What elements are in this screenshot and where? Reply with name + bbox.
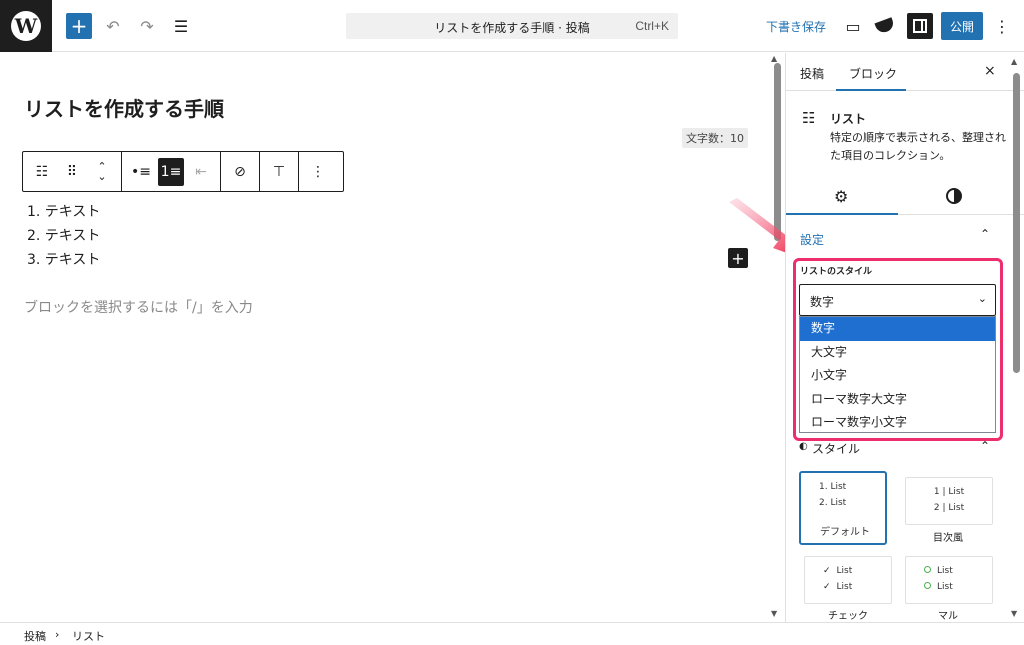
scroll-up-arrow-icon[interactable]: ▲ [1011, 57, 1017, 66]
tab-block[interactable]: ブロック [849, 65, 897, 82]
plus-icon: + [70, 14, 88, 38]
card-line: 2 | List [933, 503, 965, 513]
editor-canvas: リストを作成する手順 文字数：10 ☷ ⠿ ⌃ ⌄ •≡ 1≡ ⇤ ⊘ ⊤ ⋮ 1… [0, 53, 785, 622]
drag-handle-icon[interactable]: ⠿ [59, 158, 85, 186]
publish-button[interactable]: 公開 [941, 12, 983, 40]
outdent-icon[interactable]: ⇤ [188, 158, 214, 186]
post-title[interactable]: リストを作成する手順 [24, 93, 224, 122]
toolbar-group-block: ☷ ⠿ ⌃ ⌄ [23, 152, 122, 191]
scroll-down-arrow-icon[interactable]: ▼ [1011, 609, 1017, 618]
move-up-down-icon[interactable]: ⌃ ⌄ [89, 158, 115, 186]
document-overview-icon: ☰ [173, 16, 189, 36]
style-card-label: マル [938, 611, 958, 622]
undo-icon: ↶ [106, 16, 120, 36]
style-card-label: デフォルト [820, 527, 870, 538]
block-options-icon[interactable]: ⋮ [305, 158, 331, 186]
unlink-icon[interactable]: ⊘ [227, 158, 253, 186]
highlight-annotation-box [793, 258, 1003, 441]
jetpack-button[interactable] [874, 12, 896, 40]
list-item[interactable]: 1. テキスト [27, 200, 100, 224]
style-card-check[interactable]: ✓ List ✓ List [804, 556, 892, 604]
inspector-tab-indicator [786, 213, 898, 215]
style-card-toc[interactable]: 1 | List 2 | List [905, 477, 993, 525]
top-toolbar: W + ↶ ↷ ☰ リストを作成する手順 · 投稿 Ctrl+K 下書き保存 ▭… [0, 0, 1024, 52]
list-block-icon: ☷ [802, 109, 816, 127]
document-overview-button[interactable]: ☰ [168, 12, 194, 40]
block-description: 特定の順序で表示される、整理された項目のコレクション。 [830, 131, 1006, 162]
block-toolbar: ☷ ⠿ ⌃ ⌄ •≡ 1≡ ⇤ ⊘ ⊤ ⋮ [22, 151, 344, 192]
styles-contrast-icon[interactable] [946, 188, 962, 204]
style-card-default[interactable]: 1. List 2. List デフォルト [799, 471, 887, 545]
word-count-badge: 文字数：10 [682, 128, 748, 148]
wordpress-icon: W [11, 11, 41, 41]
save-draft-button[interactable]: 下書き保存 [766, 18, 826, 35]
card-line: List [924, 579, 992, 595]
undo-button[interactable]: ↶ [100, 12, 126, 40]
style-panel-title[interactable]: スタイル [812, 440, 860, 457]
wordpress-logo[interactable]: W [0, 0, 52, 52]
block-placeholder[interactable]: ブロックを選択するには「/」を入力 [24, 297, 253, 317]
check-icon: ✓ [823, 566, 831, 576]
settings-toggle-button[interactable] [907, 13, 933, 39]
circle-icon [924, 566, 931, 573]
settings-gear-icon[interactable]: ⚙ [834, 187, 848, 206]
style-card-circle[interactable]: List List [905, 556, 993, 604]
styles-icon: ◐ [799, 441, 808, 452]
chevron-right-icon: › [55, 628, 60, 641]
scroll-up-arrow-icon[interactable]: ▲ [771, 54, 777, 63]
list-item[interactable]: 3. テキスト [27, 248, 100, 272]
command-shortcut: Ctrl+K [635, 19, 669, 33]
unordered-list-icon[interactable]: •≡ [128, 158, 154, 186]
preview-icon: ▭ [845, 16, 861, 36]
sidebar-tabs: 投稿 ブロック × [786, 53, 1024, 91]
toolbar-group-link: ⊘ [221, 152, 260, 191]
card-line: List [924, 563, 992, 579]
toolbar-group-list: •≡ 1≡ ⇤ [122, 152, 221, 191]
list-block-icon[interactable]: ☷ [29, 158, 55, 186]
jetpack-icon [874, 17, 896, 35]
list-item[interactable]: 2. テキスト [27, 224, 100, 248]
toolbar-group-format: ⊤ [260, 152, 299, 191]
more-vertical-icon: ⋮ [994, 16, 1010, 36]
card-line: 1. List [819, 482, 847, 492]
ordered-list-icon[interactable]: 1≡ [158, 157, 184, 186]
card-line: ✓ List [823, 582, 853, 592]
chevron-up-icon[interactable]: ⌃ [980, 439, 990, 453]
breadcrumb-post[interactable]: 投稿 [24, 628, 46, 644]
settings-panel-title[interactable]: 設定 [800, 231, 824, 248]
sidebar-scrollbar[interactable] [1013, 73, 1020, 373]
preview-button[interactable]: ▭ [842, 12, 864, 40]
card-line: ✓ List [823, 566, 853, 576]
card-line: 2. List [819, 498, 847, 508]
toolbar-group-more: ⋮ [299, 152, 337, 191]
command-title: リストを作成する手順 · 投稿 [434, 21, 590, 35]
options-button[interactable]: ⋮ [992, 12, 1012, 40]
ordered-list[interactable]: 1. テキスト 2. テキスト 3. テキスト [27, 200, 100, 272]
close-icon[interactable]: × [984, 63, 996, 79]
active-tab-indicator [836, 89, 906, 91]
circle-icon [924, 582, 931, 589]
block-name: リスト [830, 112, 867, 126]
redo-button[interactable]: ↷ [134, 12, 160, 40]
check-icon: ✓ [823, 582, 831, 592]
text-format-icon[interactable]: ⊤ [266, 158, 292, 186]
chevron-up-icon[interactable]: ⌃ [980, 227, 990, 241]
block-inspector-tabs: ⚙ [786, 179, 1024, 215]
breadcrumb: 投稿 › リスト [0, 622, 1024, 645]
card-line: 1 | List [933, 487, 965, 497]
block-inserter-button[interactable]: + [66, 13, 92, 39]
breadcrumb-list[interactable]: リスト [72, 628, 105, 644]
style-card-label: チェック [828, 611, 868, 622]
scroll-down-arrow-icon[interactable]: ▼ [771, 609, 777, 618]
tab-post[interactable]: 投稿 [800, 65, 824, 82]
command-palette[interactable]: リストを作成する手順 · 投稿 Ctrl+K [346, 13, 678, 39]
style-card-label: 目次風 [933, 533, 963, 544]
settings-sidebar: 投稿 ブロック × ☷ リスト 特定の順序で表示される、整理された項目のコレクシ… [785, 53, 1024, 622]
settings-icon [913, 19, 927, 33]
redo-icon: ↷ [140, 16, 154, 36]
